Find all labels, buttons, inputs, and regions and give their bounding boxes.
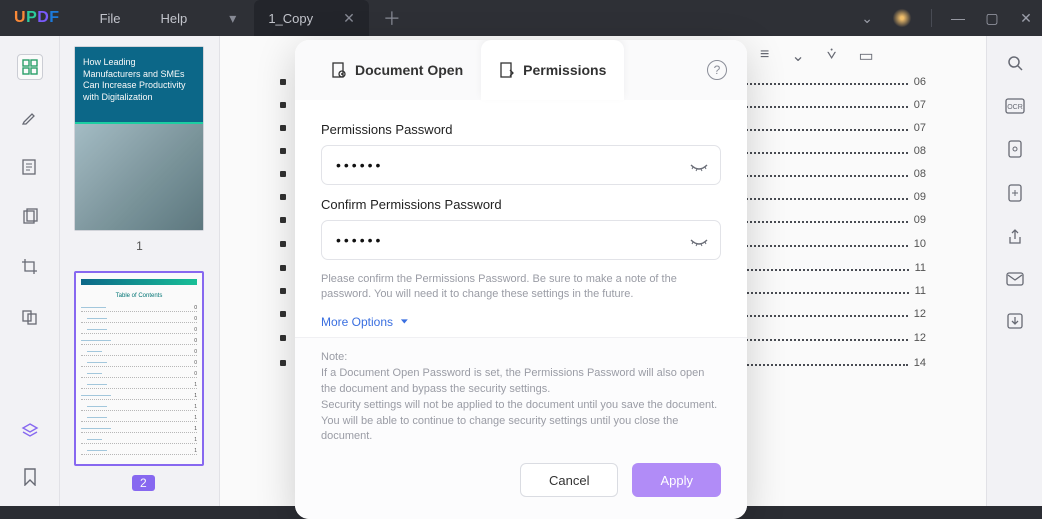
tab-permissions-label: Permissions	[523, 62, 606, 78]
modal-backdrop: Document Open Permissions ? Permissions …	[0, 0, 1042, 506]
note-line-2: Security settings will not be applied to…	[321, 398, 721, 446]
confirm-help-text: Please confirm the Permissions Password.…	[321, 272, 721, 303]
help-icon[interactable]: ?	[707, 60, 727, 80]
dialog-note: Note: If a Document Open Password is set…	[295, 337, 747, 450]
note-line-1: If a Document Open Password is set, the …	[321, 366, 721, 398]
permissions-password-input[interactable]	[321, 145, 721, 185]
tab-permissions[interactable]: Permissions	[481, 40, 624, 100]
dialog-tabs: Document Open Permissions ?	[295, 40, 747, 100]
cancel-button[interactable]: Cancel	[520, 463, 618, 497]
permissions-password-label: Permissions Password	[321, 122, 721, 137]
confirm-password-input[interactable]	[321, 220, 721, 260]
show-password-icon[interactable]	[689, 155, 709, 175]
note-title: Note:	[321, 350, 721, 366]
password-dialog: Document Open Permissions ? Permissions …	[295, 40, 747, 519]
triangle-icon: ▶	[399, 320, 410, 324]
confirm-password-label: Confirm Permissions Password	[321, 197, 721, 212]
show-confirm-password-icon[interactable]	[689, 230, 709, 250]
dialog-buttons: Cancel Apply	[295, 449, 747, 519]
apply-button[interactable]: Apply	[632, 463, 721, 497]
dialog-form: Permissions Password Confirm Permissions…	[295, 100, 747, 337]
tab-document-open[interactable]: Document Open	[313, 40, 481, 100]
more-options-link[interactable]: More Options ▶	[321, 315, 721, 329]
tab-document-open-label: Document Open	[355, 62, 463, 78]
